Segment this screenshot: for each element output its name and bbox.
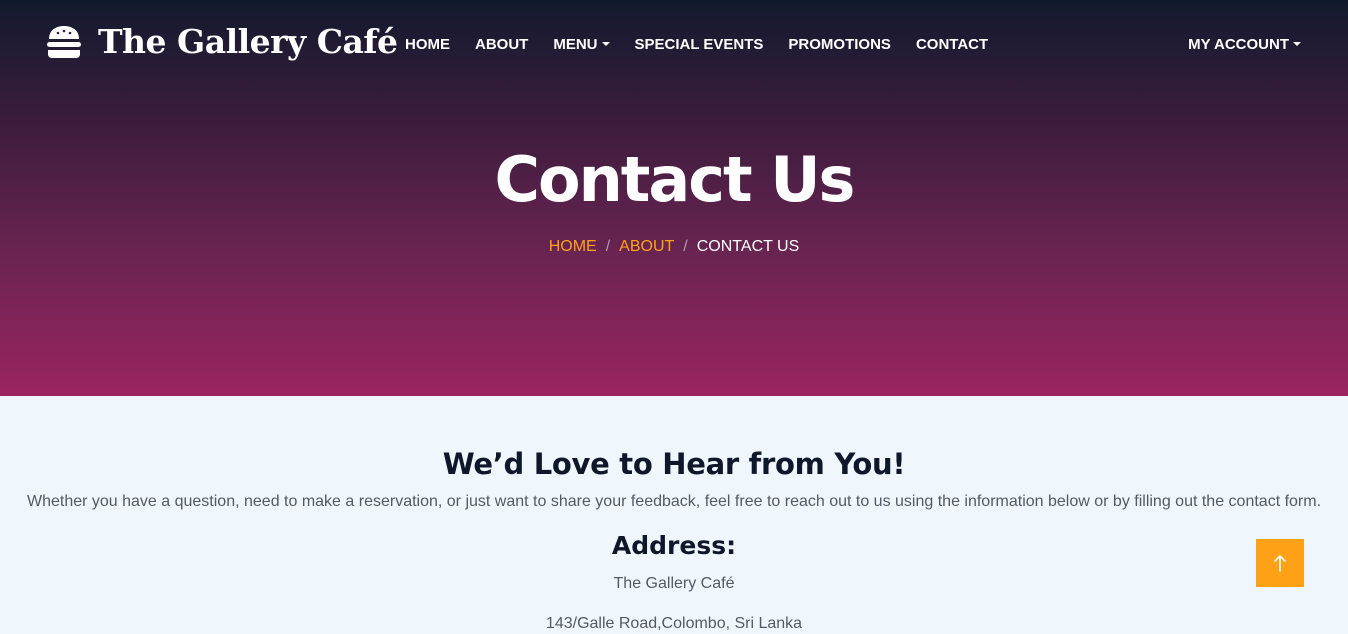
nav-special-events[interactable]: SPECIAL EVENTS (635, 36, 764, 54)
nav-home[interactable]: HOME (405, 36, 450, 54)
breadcrumb: HOME / ABOUT / CONTACT US (0, 237, 1348, 257)
caret-down-icon (1293, 42, 1301, 46)
hero-section: The Gallery Café HOME ABOUT MENU SPECIAL… (0, 0, 1348, 396)
address-line: 143/Galle Road,Colombo, Sri Lanka (545, 615, 803, 632)
address-heading: Address: (611, 531, 737, 560)
caret-down-icon (601, 42, 610, 46)
hamburger-icon (47, 26, 81, 58)
intro-text: Whether you have a question, need to mak… (26, 493, 1322, 510)
brand-name: The Gallery Café (98, 22, 398, 61)
breadcrumb-about[interactable]: ABOUT (619, 238, 674, 255)
arrow-up-icon (1274, 555, 1286, 572)
nav-menu-label: MENU (553, 36, 598, 53)
nav-promotions[interactable]: PROMOTIONS (788, 36, 891, 54)
address-line: The Gallery Café (613, 575, 735, 592)
section-heading: We’d Love to Hear from You! (442, 447, 906, 481)
my-account-label: MY ACCOUNT (1188, 36, 1289, 53)
my-account-dropdown[interactable]: MY ACCOUNT (1188, 36, 1301, 53)
main-nav: HOME ABOUT MENU SPECIAL EVENTS PROMOTION… (405, 36, 1013, 54)
navbar: The Gallery Café HOME ABOUT MENU SPECIAL… (0, 0, 1348, 88)
page-title: Contact Us (494, 143, 856, 216)
brand-logo[interactable]: The Gallery Café (46, 22, 398, 62)
back-to-top-button[interactable] (1256, 539, 1304, 587)
nav-contact[interactable]: CONTACT (916, 36, 988, 54)
breadcrumb-separator: / (683, 238, 688, 255)
nav-menu-dropdown[interactable]: MENU (553, 36, 610, 54)
nav-about[interactable]: ABOUT (475, 36, 528, 54)
breadcrumb-separator: / (605, 238, 611, 255)
contact-section (0, 396, 1348, 632)
breadcrumb-current: CONTACT US (696, 238, 800, 255)
breadcrumb-home[interactable]: HOME (549, 238, 597, 255)
account-menu: MY ACCOUNT (1188, 36, 1301, 54)
